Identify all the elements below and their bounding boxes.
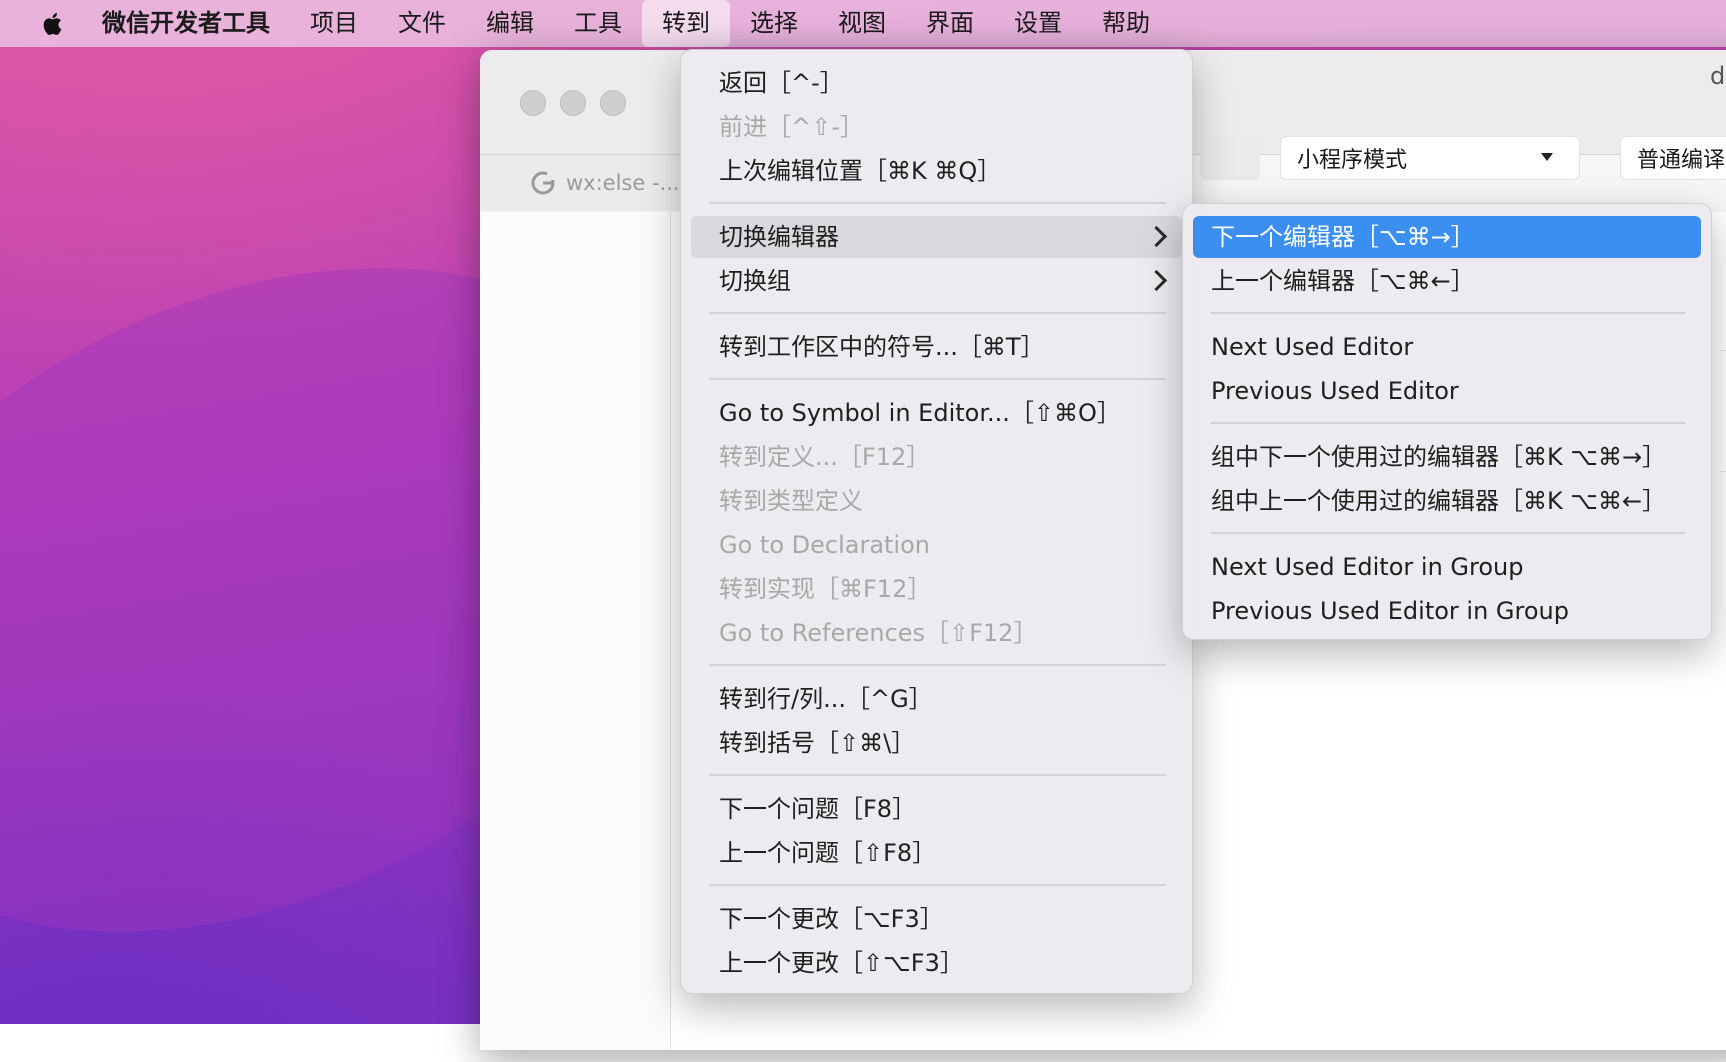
menu-item-goto-definition: 转到定义...［F12］ (719, 443, 931, 471)
menubar-item-select[interactable]: 选择 (730, 0, 818, 47)
submenu-item-previous-used-editor-in-group-cn[interactable]: 组中上一个使用过的编辑器［⌘K ⌥⌘←］ (1193, 480, 1701, 522)
submenu-item-next-used-editor-in-group-cn[interactable]: 组中下一个使用过的编辑器［⌘K ⌥⌘→］ (1193, 436, 1701, 478)
switch-editor-submenu: 下一个编辑器［⌥⌘→］ 上一个编辑器［⌥⌘←］ Next Used Editor… (1182, 203, 1712, 640)
menu-item-goto-symbol-editor[interactable]: Go to Symbol in Editor...［⇧⌘O］ (691, 392, 1182, 434)
menubar-item-project[interactable]: 项目 (290, 0, 378, 47)
menubar-item-tools[interactable]: 工具 (554, 0, 642, 47)
editor-tab-label: wx:else -... (566, 171, 680, 195)
menu-item-next-problem[interactable]: 下一个问题［F8］ (691, 788, 1182, 830)
chevron-right-icon (1145, 269, 1168, 292)
menu-separator (709, 202, 1166, 204)
menu-item-switch-editor[interactable]: 切换编辑器 (691, 216, 1182, 258)
menubar: 微信开发者工具 项目 文件 编辑 工具 转到 选择 视图 界面 设置 帮助 (0, 0, 1726, 47)
compile-mode-button[interactable]: 普通编译 (1620, 136, 1726, 180)
close-window-button[interactable] (520, 90, 546, 116)
menubar-item-file[interactable]: 文件 (378, 0, 466, 47)
apple-logo-icon[interactable] (38, 9, 68, 39)
menu-item-forward: 前进［^⇧-］ (719, 113, 864, 141)
menubar-app-name[interactable]: 微信开发者工具 (90, 0, 290, 47)
menu-separator (1211, 312, 1685, 314)
cloud-button[interactable] (1200, 136, 1260, 180)
menu-item-goto-line-column[interactable]: 转到行/列...［^G］ (691, 678, 1182, 720)
menu-separator (709, 312, 1166, 314)
menubar-item-goto[interactable]: 转到 (642, 0, 730, 47)
menu-item-goto-implementation: 转到实现［⌘F12］ (719, 575, 932, 603)
right-panel-strip (1720, 350, 1726, 472)
minimize-window-button[interactable] (560, 90, 586, 116)
menubar-item-settings[interactable]: 设置 (994, 0, 1082, 47)
menu-separator (1211, 422, 1685, 424)
menu-item-switch-editor-label: 切换编辑器 (719, 223, 839, 251)
menubar-item-help[interactable]: 帮助 (1082, 0, 1170, 47)
menu-item-switch-group[interactable]: 切换组 (691, 260, 1182, 302)
menubar-item-edit[interactable]: 编辑 (466, 0, 554, 47)
mode-select-value: 小程序模式 (1297, 148, 1408, 173)
menu-separator (709, 664, 1166, 666)
menu-item-goto-references: Go to References［⇧F12］ (719, 619, 1038, 647)
submenu-item-previous-used-editor-in-group[interactable]: Previous Used Editor in Group (1193, 590, 1701, 632)
goto-menu: 返回［^-］ 前进［^⇧-］ 上次编辑位置［⌘K ⌘Q］ 切换编辑器 切换组 转… (680, 49, 1193, 994)
caret-down-icon (1541, 153, 1553, 161)
chevron-right-icon (1145, 225, 1168, 248)
menu-item-goto-declaration: Go to Declaration (719, 531, 930, 559)
menu-separator (709, 774, 1166, 776)
submenu-item-next-editor[interactable]: 下一个编辑器［⌥⌘→］ (1193, 216, 1701, 258)
menu-item-back[interactable]: 返回［^-］ (691, 62, 1182, 104)
menubar-item-view[interactable]: 视图 (818, 0, 906, 47)
submenu-item-previous-editor[interactable]: 上一个编辑器［⌥⌘←］ (1193, 260, 1701, 302)
menu-separator (709, 884, 1166, 886)
menu-item-next-change[interactable]: 下一个更改［⌥F3］ (691, 898, 1182, 940)
menu-separator (1211, 532, 1685, 534)
submenu-item-previous-used-editor[interactable]: Previous Used Editor (1193, 370, 1701, 412)
file-tree-panel (480, 212, 671, 1050)
submenu-item-next-used-editor[interactable]: Next Used Editor (1193, 326, 1701, 368)
menu-item-previous-change[interactable]: 上一个更改［⇧⌥F3］ (691, 942, 1182, 984)
zoom-window-button[interactable] (600, 90, 626, 116)
submenu-item-next-used-editor-in-group[interactable]: Next Used Editor in Group (1193, 546, 1701, 588)
window-title-fragment: de (1710, 62, 1726, 90)
menu-item-previous-problem[interactable]: 上一个问题［⇧F8］ (691, 832, 1182, 874)
menu-item-last-edit-location[interactable]: 上次编辑位置［⌘K ⌘Q］ (691, 150, 1182, 192)
mode-select[interactable]: 小程序模式 (1280, 136, 1580, 180)
google-icon (531, 171, 555, 195)
menubar-item-interface[interactable]: 界面 (906, 0, 994, 47)
menu-item-goto-symbol-workspace[interactable]: 转到工作区中的符号...［⌘T］ (691, 326, 1182, 368)
menu-item-goto-type-definition: 转到类型定义 (719, 487, 863, 515)
menu-item-switch-group-label: 切换组 (719, 267, 791, 295)
menu-separator (709, 378, 1166, 380)
menu-item-goto-bracket[interactable]: 转到括号［⇧⌘\］ (691, 722, 1182, 764)
